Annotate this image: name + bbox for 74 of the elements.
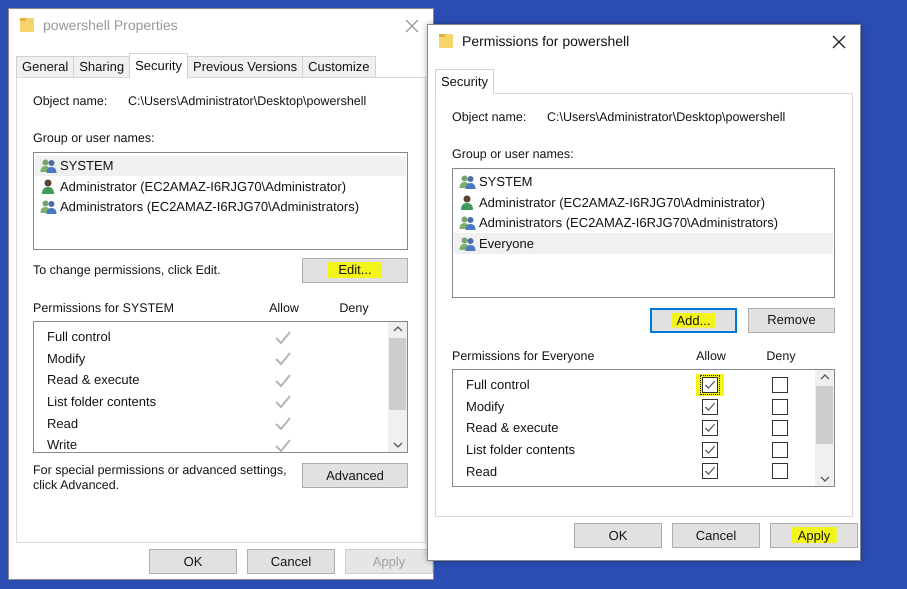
permission-name: Write — [46, 436, 78, 452]
permission-name: Read — [46, 414, 80, 433]
column-header: Deny — [765, 348, 797, 365]
hint-text: For special permissions or advanced settings, click Advanced. — [33, 463, 288, 494]
checkbox[interactable] — [772, 442, 788, 458]
action-button[interactable]: Add... — [650, 308, 737, 332]
chevron-up-icon — [820, 374, 830, 380]
user-list-item[interactable]: Administrator (EC2AMAZ-I6RJG70\Administrator) — [35, 176, 406, 196]
dialog-button[interactable]: OK — [574, 523, 662, 548]
tab[interactable]: Sharing — [73, 56, 130, 77]
chevron-down-icon — [392, 442, 402, 448]
checkbox[interactable] — [702, 377, 718, 394]
user-list-item[interactable]: Everyone — [454, 233, 833, 254]
folder-icon — [19, 16, 35, 34]
user-icon — [40, 178, 57, 195]
checkbox[interactable] — [702, 442, 718, 458]
section-label: Permissions for Everyone — [452, 348, 596, 365]
dialog-button[interactable]: OK — [149, 549, 237, 574]
user-list-item[interactable]: Administrators (EC2AMAZ-I6RJG70\Administrators) — [454, 212, 833, 233]
tab[interactable]: General — [16, 56, 74, 77]
permission-name: Full control — [46, 328, 112, 346]
window-title: powershell Properties — [43, 16, 178, 35]
user-icon — [459, 194, 476, 211]
column-header: Allow — [268, 300, 300, 316]
section-label: Group or user names: — [452, 146, 575, 163]
checkbox[interactable] — [772, 463, 788, 480]
tab[interactable]: Previous Versions — [187, 56, 304, 77]
checkbox[interactable] — [772, 398, 788, 415]
column-header: Allow — [695, 348, 727, 364]
dialog-button[interactable]: Apply — [770, 523, 858, 548]
section-label: Group or user names: — [33, 130, 156, 147]
object-path: C:\Users\Administrator\Desktop\powershell — [128, 93, 366, 110]
permission-name: Full control — [465, 376, 531, 394]
permission-name: List folder contents — [465, 441, 576, 460]
chevron-down-icon — [820, 476, 830, 482]
tab[interactable]: Security — [129, 53, 188, 78]
permission-name: Modify — [465, 398, 506, 416]
tab[interactable]: Security — [435, 69, 494, 94]
advanced-button[interactable]: Advanced — [302, 463, 408, 488]
users-icon — [459, 173, 476, 190]
permission-name: Read & execute — [46, 371, 141, 390]
users-icon — [40, 198, 57, 216]
user-list-item[interactable]: SYSTEM — [35, 156, 406, 176]
hint-text: To change permissions, click Edit. — [33, 262, 222, 279]
field-label: Object name: — [452, 109, 528, 126]
user-list-item[interactable]: Administrators (EC2AMAZ-I6RJG70\Administrators) — [35, 196, 406, 217]
object-path: C:\Users\Administrator\Desktop\powershell — [547, 109, 786, 126]
permission-name: Read — [465, 462, 498, 481]
users-icon — [40, 157, 57, 174]
checkbox[interactable] — [772, 377, 788, 394]
field-label: Object name: — [33, 93, 108, 110]
scrollbar[interactable] — [815, 370, 834, 486]
checkbox[interactable] — [702, 420, 718, 436]
action-button[interactable]: Remove — [748, 308, 835, 332]
checkbox[interactable] — [702, 398, 718, 415]
checkbox[interactable] — [702, 463, 718, 480]
users-icon — [459, 234, 476, 252]
action-button[interactable]: Edit... — [302, 258, 408, 282]
column-header: Deny — [338, 300, 370, 317]
section-label: Permissions for SYSTEM — [33, 300, 176, 316]
checkbox[interactable] — [772, 420, 788, 436]
dialog-button[interactable]: Cancel — [672, 523, 760, 548]
permission-name: Read & execute — [465, 419, 560, 438]
window-title: Permissions for powershell — [462, 32, 630, 51]
dialog-button[interactable]: Cancel — [247, 549, 335, 574]
users-icon — [459, 214, 476, 232]
scrollbar[interactable] — [388, 322, 407, 452]
user-list-item[interactable]: SYSTEM — [454, 172, 833, 192]
user-list-item[interactable]: Administrator (EC2AMAZ-I6RJG70\Administrator) — [454, 192, 833, 212]
permission-name: List folder contents — [46, 393, 158, 412]
tab[interactable]: Customize — [302, 56, 376, 77]
permission-name: Modify — [46, 350, 86, 368]
chevron-up-icon — [392, 326, 402, 332]
folder-icon — [438, 32, 454, 50]
